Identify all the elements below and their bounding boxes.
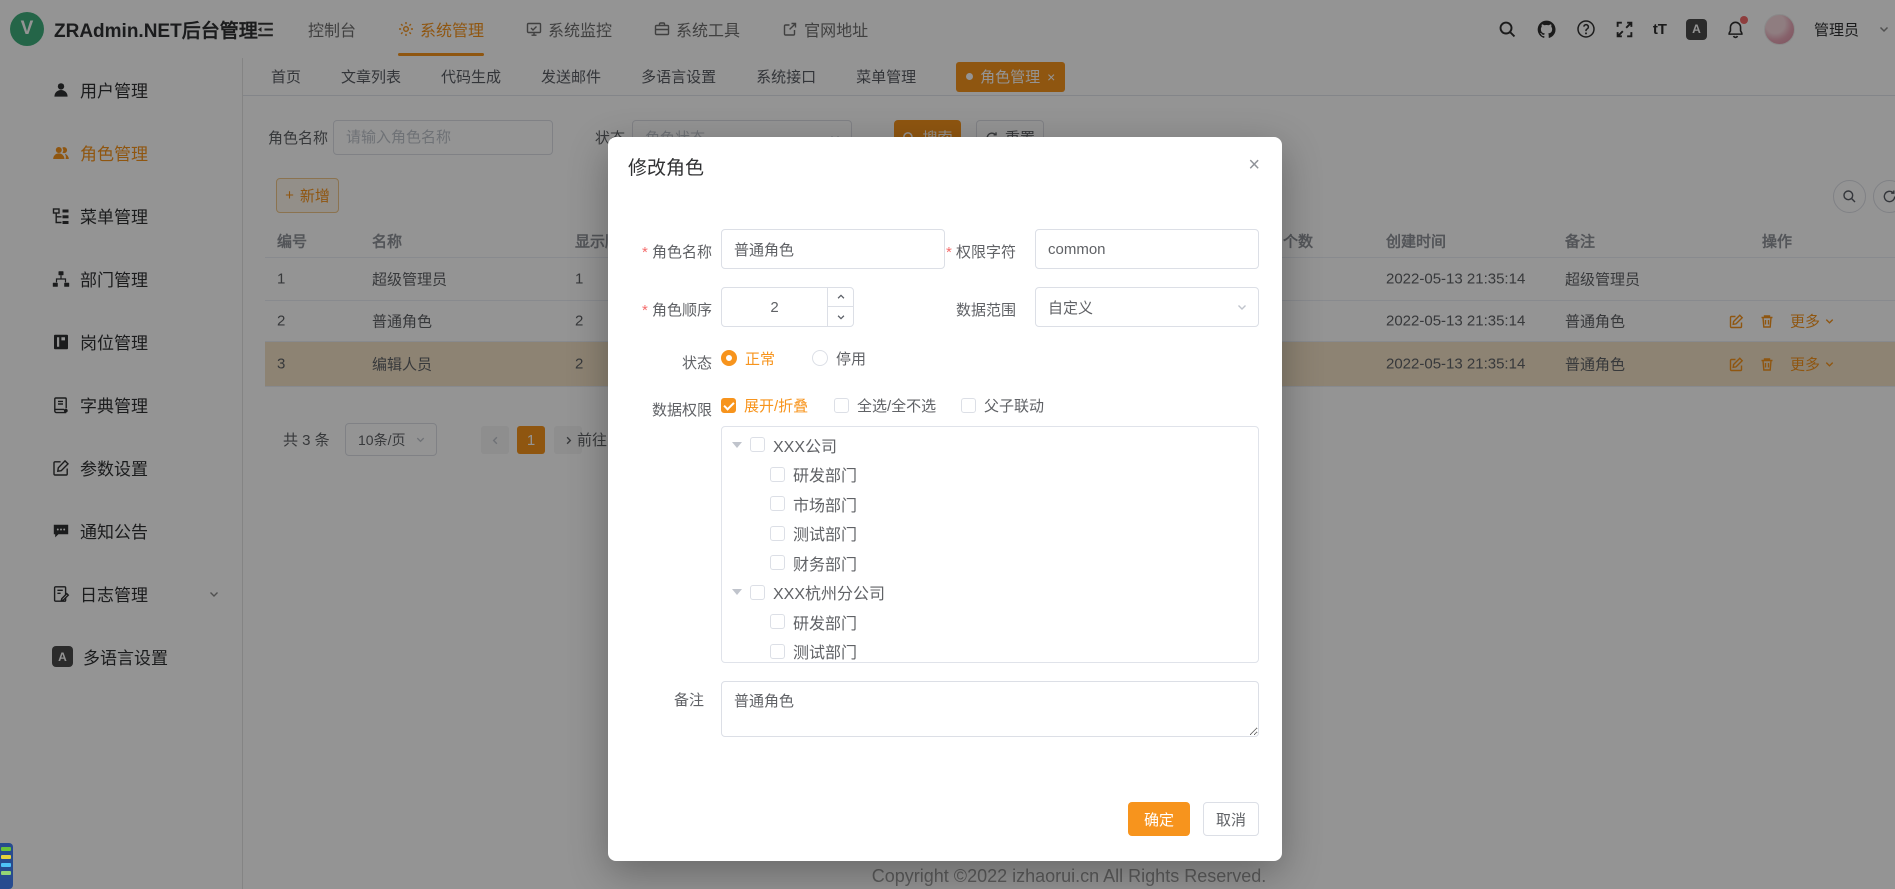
role-sort-input[interactable]	[722, 288, 827, 326]
tree-node-label: XXX公司	[773, 433, 837, 457]
data-scope-select[interactable]: 自定义	[1035, 287, 1259, 327]
status-radio-group: 正常 停用	[721, 347, 866, 369]
monitor-bar-green	[1, 847, 11, 851]
app-window: V ZRAdmin.NET后台管理 控制台 系统管理 系统监控 系统工具	[0, 0, 1895, 889]
tree-node-parent[interactable]: XXX杭州分公司	[722, 578, 1258, 608]
data-scope-label: 数据范围	[912, 299, 1016, 320]
role-key-field	[1035, 229, 1259, 269]
status-label: 状态	[608, 352, 712, 373]
department-tree: XXX公司 研发部门 市场部门 测试部门 财务部门 XXX杭州分公司	[721, 426, 1259, 663]
confirm-button[interactable]: 确定	[1128, 802, 1190, 836]
data-scope-value: 自定义	[1048, 297, 1093, 318]
checkbox[interactable]	[961, 398, 976, 413]
radio-normal-label[interactable]: 正常	[745, 348, 775, 369]
chevron-down-icon	[1236, 301, 1248, 313]
number-spinner	[827, 288, 853, 326]
checkbox-label: 展开/折叠	[744, 395, 808, 416]
remark-textarea[interactable]: 普通角色	[721, 681, 1259, 737]
tree-node-child[interactable]: 财务部门	[722, 548, 1258, 578]
data-permission-options: 展开/折叠 全选/全不选 父子联动	[721, 395, 1259, 417]
role-key-input[interactable]	[1035, 229, 1259, 269]
role-key-label: 权限字符	[912, 241, 1016, 262]
remark-label: 备注	[600, 689, 704, 710]
spinner-decrease-button[interactable]	[828, 307, 853, 326]
checkbox[interactable]	[750, 437, 765, 452]
radio-normal[interactable]	[721, 350, 737, 366]
tree-caret-icon[interactable]	[732, 589, 742, 595]
checkbox[interactable]	[770, 555, 785, 570]
monitor-bar-yellow	[1, 855, 11, 859]
monitor-bar-blue	[1, 863, 11, 867]
checkbox-label: 父子联动	[984, 395, 1044, 416]
checkbox[interactable]	[750, 585, 765, 600]
monitor-bar-lightgreen	[1, 871, 11, 875]
role-sort-label: 角色顺序	[608, 299, 712, 320]
checkbox[interactable]	[770, 526, 785, 541]
tree-node-label: 财务部门	[793, 551, 857, 575]
checkbox[interactable]	[770, 467, 785, 482]
tree-node-child[interactable]: 研发部门	[722, 607, 1258, 637]
close-icon[interactable]: ×	[1248, 155, 1260, 175]
tree-node-label: 测试部门	[793, 639, 857, 663]
tree-node-child[interactable]: 测试部门	[722, 637, 1258, 664]
data-permission-label: 数据权限	[608, 399, 712, 420]
spinner-increase-button[interactable]	[828, 288, 853, 307]
checkbox[interactable]	[770, 614, 785, 629]
select-all-option[interactable]: 全选/全不选	[834, 395, 936, 416]
tree-node-parent[interactable]: XXX公司	[722, 430, 1258, 460]
expand-collapse-option[interactable]: 展开/折叠	[721, 395, 808, 416]
dialog-title: 修改角色	[628, 153, 704, 180]
radio-disabled-label[interactable]: 停用	[836, 348, 866, 369]
radio-disabled[interactable]	[812, 350, 828, 366]
parent-child-link-option[interactable]: 父子联动	[961, 395, 1044, 416]
checkbox[interactable]	[770, 644, 785, 659]
role-name-label: 角色名称	[608, 241, 712, 262]
tree-node-label: XXX杭州分公司	[773, 580, 885, 604]
edit-role-dialog: 修改角色 × 角色名称 权限字符 角色顺序 数据范围 自定义 状态	[608, 137, 1282, 861]
cancel-button[interactable]: 取消	[1203, 802, 1259, 836]
role-sort-field	[721, 287, 854, 327]
server-monitor-widget[interactable]	[0, 843, 13, 889]
checkbox-checked[interactable]	[721, 398, 736, 413]
tree-node-label: 研发部门	[793, 462, 857, 486]
tree-node-child[interactable]: 测试部门	[722, 519, 1258, 549]
tree-caret-icon[interactable]	[732, 442, 742, 448]
checkbox[interactable]	[770, 496, 785, 511]
checkbox[interactable]	[834, 398, 849, 413]
tree-node-label: 市场部门	[793, 492, 857, 516]
tree-node-child[interactable]: 市场部门	[722, 489, 1258, 519]
tree-node-child[interactable]: 研发部门	[722, 460, 1258, 490]
tree-node-label: 研发部门	[793, 610, 857, 634]
tree-node-label: 测试部门	[793, 521, 857, 545]
checkbox-label: 全选/全不选	[857, 395, 936, 416]
